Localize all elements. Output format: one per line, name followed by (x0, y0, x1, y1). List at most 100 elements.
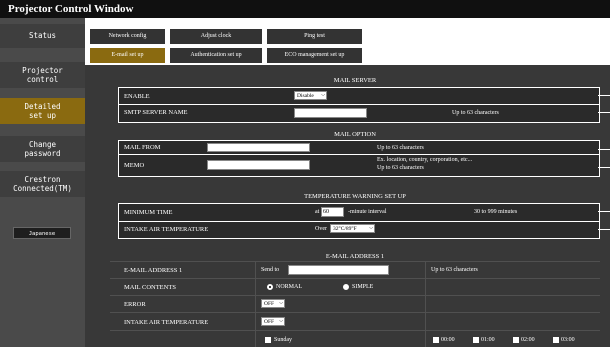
sidebar-item-label: Status (28, 31, 57, 40)
intake-temperature-email-select-value: OFF (264, 319, 275, 325)
sidebar-item-label: Crestron (24, 175, 61, 184)
mail-contents-simple-label: SIMPLE (352, 284, 374, 290)
mail-contents-simple-radio[interactable] (343, 284, 349, 290)
sidebar-item-label: Change (28, 140, 57, 149)
time-01-label: 01:00 (481, 337, 495, 343)
section-title-temperature-warning: TEMPERATURE WARNING SET UP (304, 193, 406, 200)
intake-air-temperature-over: Over (315, 226, 327, 232)
chevron-down-icon: ⌵ (279, 301, 283, 306)
email-send-to-label: Send to (261, 267, 280, 273)
grid-line (110, 261, 600, 262)
grid-line (255, 261, 256, 347)
chevron-down-icon: ⌵ (369, 226, 373, 231)
callout-marker (598, 95, 610, 96)
enable-select[interactable]: Disable ⌵ (294, 91, 327, 100)
smtp-server-input[interactable] (294, 108, 367, 118)
mail-contents-label: MAIL CONTENTS (124, 284, 176, 291)
tab-ping-test[interactable]: Ping test (267, 29, 362, 44)
grid-line (110, 295, 600, 296)
sidebar-item-label: Detailed (24, 102, 61, 111)
time-00-label: 00:00 (441, 337, 455, 343)
email-address-1-note: Up to 63 characters (431, 267, 478, 273)
tab-network-config[interactable]: Network config (90, 29, 165, 44)
row-divider (119, 221, 599, 222)
tab-email-setup[interactable]: E-mail set up (90, 48, 165, 63)
tab-adjust-clock[interactable]: Adjust clock (170, 29, 262, 44)
intake-temperature-email-select[interactable]: OFF ⌵ (261, 317, 285, 326)
grid-line (110, 312, 600, 313)
sidebar-item-label: control (26, 75, 59, 84)
mail-option-box: MAIL FROM Up to 63 characters MEMO Ex. l… (118, 140, 600, 177)
mail-from-input[interactable] (207, 143, 310, 152)
language-button[interactable]: Japanese (13, 227, 71, 239)
row-divider (119, 104, 599, 105)
memo-input[interactable] (207, 160, 310, 170)
email-address-1-label: E-MAIL ADDRESS 1 (124, 267, 183, 274)
sidebar-item-label: Projector (22, 66, 63, 75)
time-02-checkbox[interactable] (513, 337, 519, 343)
enable-select-value: Disable (297, 93, 314, 99)
intake-air-temperature-select-value: 32°C/89°F (333, 226, 357, 232)
minimum-time-prefix: at (315, 209, 320, 215)
time-02-label: 02:00 (521, 337, 535, 343)
smtp-server-note: Up to 63 characters (452, 110, 499, 116)
memo-label: MEMO (124, 162, 145, 169)
grid-line (110, 278, 600, 279)
grid-line (425, 261, 426, 347)
sidebar-item-label: set up (28, 111, 57, 120)
time-03-label: 03:00 (561, 337, 575, 343)
tab-bar: Network config Adjust clock Ping test E-… (85, 18, 610, 65)
grid-line (110, 330, 600, 331)
section-title-mail-server: MAIL SERVER (333, 77, 377, 84)
main-content: Network config Adjust clock Ping test E-… (85, 18, 610, 347)
callout-marker (598, 112, 610, 113)
window-title: Projector Control Window (0, 0, 610, 18)
error-select[interactable]: OFF ⌵ (261, 299, 285, 308)
sidebar-item-crestron[interactable]: Crestron Connected(TM) (0, 171, 85, 197)
sidebar-item-status[interactable]: Status (0, 24, 85, 48)
time-00-checkbox[interactable] (433, 337, 439, 343)
memo-note-line1: Ex. location, country, corporation, etc.… (377, 157, 473, 163)
minimum-time-note: 30 to 999 minutes (474, 209, 518, 215)
callout-marker (598, 167, 610, 168)
sidebar-item-projector-control[interactable]: Projector control (0, 62, 85, 88)
enable-label: ENABLE (124, 93, 150, 100)
sidebar-item-label: password (24, 149, 61, 158)
temperature-warning-box: MINIMUM TIME at 60 -minute interval 30 t… (118, 203, 600, 239)
minimum-time-input[interactable]: 60 (321, 207, 344, 217)
intake-air-temperature-select[interactable]: 32°C/89°F ⌵ (330, 224, 375, 233)
tab-eco-management-setup[interactable]: ECO management set up (267, 48, 362, 63)
chevron-down-icon: ⌵ (279, 319, 283, 324)
error-select-value: OFF (264, 301, 275, 307)
mail-server-box: ENABLE Disable ⌵ SMTP SERVER NAME Up to 6… (118, 87, 600, 123)
sunday-label: Sunday (274, 337, 292, 343)
mail-contents-normal-label: NORMAL (276, 284, 303, 290)
callout-marker (598, 149, 610, 150)
sidebar: Status Projector control Detailed set up… (0, 18, 85, 347)
mail-from-label: MAIL FROM (124, 144, 161, 151)
sunday-checkbox[interactable] (265, 337, 271, 343)
smtp-server-label: SMTP SERVER NAME (124, 109, 188, 116)
intake-temperature-email-label: INTAKE AIR TEMPERATURE (124, 319, 209, 326)
callout-marker (598, 229, 610, 230)
error-label: ERROR (124, 301, 146, 308)
minimum-time-label: MINIMUM TIME (124, 209, 173, 216)
mail-from-note: Up to 63 characters (377, 145, 424, 151)
settings-panel: MAIL SERVER ENABLE Disable ⌵ SMTP SERVER … (85, 65, 610, 347)
mail-contents-normal-radio[interactable] (267, 284, 273, 290)
callout-marker (598, 211, 610, 212)
intake-air-temperature-label: INTAKE AIR TEMPERATURE (124, 226, 209, 233)
sidebar-item-change-password[interactable]: Change password (0, 136, 85, 162)
row-divider (119, 154, 599, 155)
time-01-checkbox[interactable] (473, 337, 479, 343)
sidebar-item-label: Connected(TM) (13, 184, 72, 193)
memo-note-line2: Up to 63 characters (377, 165, 424, 171)
email-address-1-input[interactable] (288, 265, 389, 275)
time-03-checkbox[interactable] (553, 337, 559, 343)
section-title-mail-option: MAIL OPTION (334, 131, 376, 138)
sidebar-item-detailed-setup[interactable]: Detailed set up (0, 98, 85, 124)
chevron-down-icon: ⌵ (321, 93, 325, 98)
section-title-email-address-1: E-MAIL ADDRESS 1 (325, 253, 385, 260)
tab-authentication-setup[interactable]: Authentication set up (170, 48, 262, 63)
minimum-time-suffix: -minute interval (348, 209, 387, 215)
